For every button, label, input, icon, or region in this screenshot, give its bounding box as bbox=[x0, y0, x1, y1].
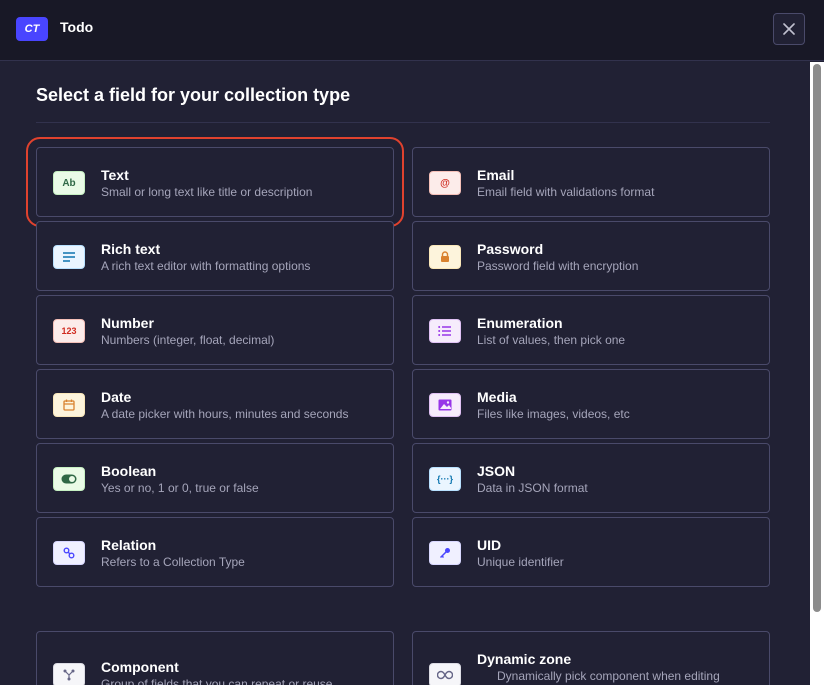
field-option-email[interactable]: @ Email Email field with validations for… bbox=[412, 147, 770, 217]
field-description: Files like images, videos, etc bbox=[477, 407, 630, 421]
field-title: UID bbox=[477, 537, 502, 553]
field-title: Dynamic zone bbox=[477, 651, 572, 667]
field-option-dynamic-zone[interactable]: Dynamic zone Dynamically pick component … bbox=[412, 631, 770, 685]
toggle-icon bbox=[53, 467, 85, 491]
field-title: Text bbox=[101, 167, 129, 183]
field-title: Enumeration bbox=[477, 315, 563, 331]
image-icon bbox=[429, 393, 461, 417]
number-icon: 123 bbox=[53, 319, 85, 343]
field-option-media[interactable]: Media Files like images, videos, etc bbox=[412, 369, 770, 439]
field-description: Unique identifier bbox=[477, 555, 564, 569]
field-option-component[interactable]: Component Group of fields that you can r… bbox=[36, 631, 394, 685]
relation-icon bbox=[53, 541, 85, 565]
field-title: Rich text bbox=[101, 241, 161, 257]
field-description: List of values, then pick one bbox=[477, 333, 626, 347]
field-option-enumeration[interactable]: Enumeration List of values, then pick on… bbox=[412, 295, 770, 365]
field-description: Password field with encryption bbox=[477, 259, 639, 273]
field-title: Date bbox=[101, 389, 132, 405]
field-description: A date picker with hours, minutes and se… bbox=[101, 407, 349, 421]
field-title: Password bbox=[477, 241, 544, 257]
field-option-boolean[interactable]: Boolean Yes or no, 1 or 0, true or false bbox=[36, 443, 394, 513]
calendar-icon bbox=[53, 393, 85, 417]
field-description: Group of fields that you can repeat or r… bbox=[101, 677, 333, 685]
field-option-uid[interactable]: UID Unique identifier bbox=[412, 517, 770, 587]
field-title: Email bbox=[477, 167, 515, 183]
field-description: Dynamically pick component when editing bbox=[497, 669, 720, 683]
modal-title: Todo bbox=[60, 19, 94, 35]
field-description: Numbers (integer, float, decimal) bbox=[101, 333, 275, 347]
field-description: Small or long text like title or descrip… bbox=[101, 185, 313, 199]
field-option-date[interactable]: Date A date picker with hours, minutes a… bbox=[36, 369, 394, 439]
field-option-password[interactable]: Password Password field with encryption bbox=[412, 221, 770, 291]
close-button[interactable] bbox=[773, 13, 805, 45]
field-description: Email field with validations format bbox=[477, 185, 655, 199]
close-icon bbox=[783, 23, 795, 35]
key-icon bbox=[429, 541, 461, 565]
field-title: Number bbox=[101, 315, 154, 331]
component-icon bbox=[53, 663, 85, 685]
json-icon: {···} bbox=[429, 467, 461, 491]
field-title: Component bbox=[101, 659, 179, 675]
field-title: Relation bbox=[101, 537, 157, 553]
field-description: Yes or no, 1 or 0, true or false bbox=[101, 481, 259, 495]
lock-icon bbox=[429, 245, 461, 269]
field-option-text[interactable]: Ab Text Small or long text like title or… bbox=[26, 137, 404, 227]
section-title: Select a field for your collection type bbox=[36, 85, 351, 105]
text-icon: Ab bbox=[53, 171, 85, 195]
field-title: JSON bbox=[477, 463, 516, 479]
modal-header: CT Todo bbox=[0, 0, 824, 61]
scrollbar-thumb[interactable] bbox=[813, 64, 821, 612]
richtext-icon bbox=[53, 245, 85, 269]
infinity-icon bbox=[429, 663, 461, 685]
email-icon: @ bbox=[429, 171, 461, 195]
field-description: A rich text editor with formatting optio… bbox=[101, 259, 311, 273]
collection-type-badge: CT bbox=[16, 17, 48, 41]
field-option-relation[interactable]: Relation Refers to a Collection Type bbox=[36, 517, 394, 587]
field-option-rich-text[interactable]: Rich text A rich text editor with format… bbox=[36, 221, 394, 291]
field-option-number[interactable]: 123 Number Numbers (integer, float, deci… bbox=[36, 295, 394, 365]
field-option-json[interactable]: {···} JSON Data in JSON format bbox=[412, 443, 770, 513]
field-description: Data in JSON format bbox=[477, 481, 588, 495]
field-description: Refers to a Collection Type bbox=[101, 555, 245, 569]
field-title: Boolean bbox=[101, 463, 157, 479]
field-title: Media bbox=[477, 389, 517, 405]
divider bbox=[36, 122, 770, 123]
list-icon bbox=[429, 319, 461, 343]
